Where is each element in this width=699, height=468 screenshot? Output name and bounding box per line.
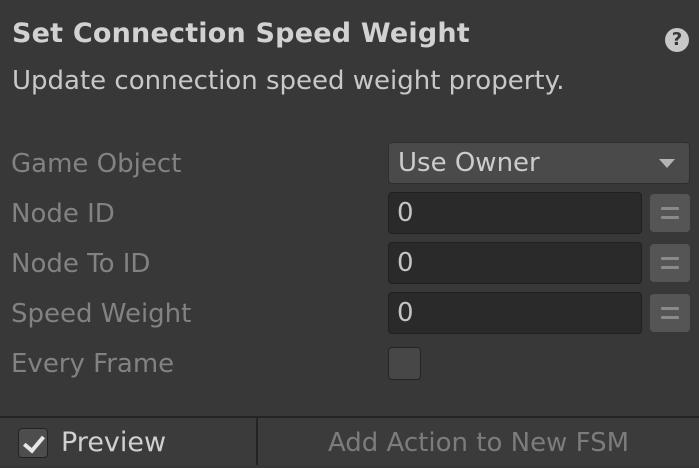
- node-id-variable-button[interactable]: [650, 194, 690, 232]
- node-id-row: Node ID 0: [0, 192, 699, 236]
- preview-toggle[interactable]: Preview: [0, 418, 258, 465]
- equals-icon: [661, 257, 679, 260]
- action-description: Update connection speed weight property.: [12, 66, 565, 96]
- action-title: Set Connection Speed Weight: [12, 18, 470, 49]
- node-to-id-label: Node To ID: [11, 249, 151, 279]
- speed-weight-variable-button[interactable]: [650, 294, 690, 332]
- node-to-id-variable-button[interactable]: [650, 244, 690, 282]
- question-mark-icon[interactable]: ?: [665, 28, 689, 52]
- speed-weight-label: Speed Weight: [11, 299, 192, 329]
- node-id-label: Node ID: [11, 199, 115, 229]
- speed-weight-field[interactable]: 0: [388, 292, 642, 334]
- every-frame-label: Every Frame: [11, 349, 175, 379]
- equals-icon: [661, 307, 679, 310]
- checkmark-icon: [22, 430, 46, 454]
- action-header: Set Connection Speed Weight ?: [12, 16, 689, 52]
- game-object-row: Game Object Use Owner: [0, 142, 699, 186]
- preview-label: Preview: [61, 427, 167, 458]
- dropdown-arrow-icon: [659, 159, 675, 168]
- node-to-id-field[interactable]: 0: [388, 242, 642, 284]
- equals-icon: [661, 207, 679, 210]
- game-object-label: Game Object: [11, 149, 182, 179]
- node-to-id-row: Node To ID 0: [0, 242, 699, 286]
- speed-weight-row: Speed Weight 0: [0, 292, 699, 336]
- action-footer: Preview Add Action to New FSM: [0, 416, 699, 465]
- every-frame-row: Every Frame: [0, 342, 699, 386]
- game-object-value: Use Owner: [398, 148, 540, 178]
- add-action-to-new-fsm-button[interactable]: Add Action to New FSM: [258, 418, 699, 465]
- every-frame-checkbox[interactable]: [388, 347, 421, 380]
- game-object-dropdown[interactable]: Use Owner: [388, 142, 690, 184]
- preview-checkbox[interactable]: [18, 428, 48, 458]
- node-id-field[interactable]: 0: [388, 192, 642, 234]
